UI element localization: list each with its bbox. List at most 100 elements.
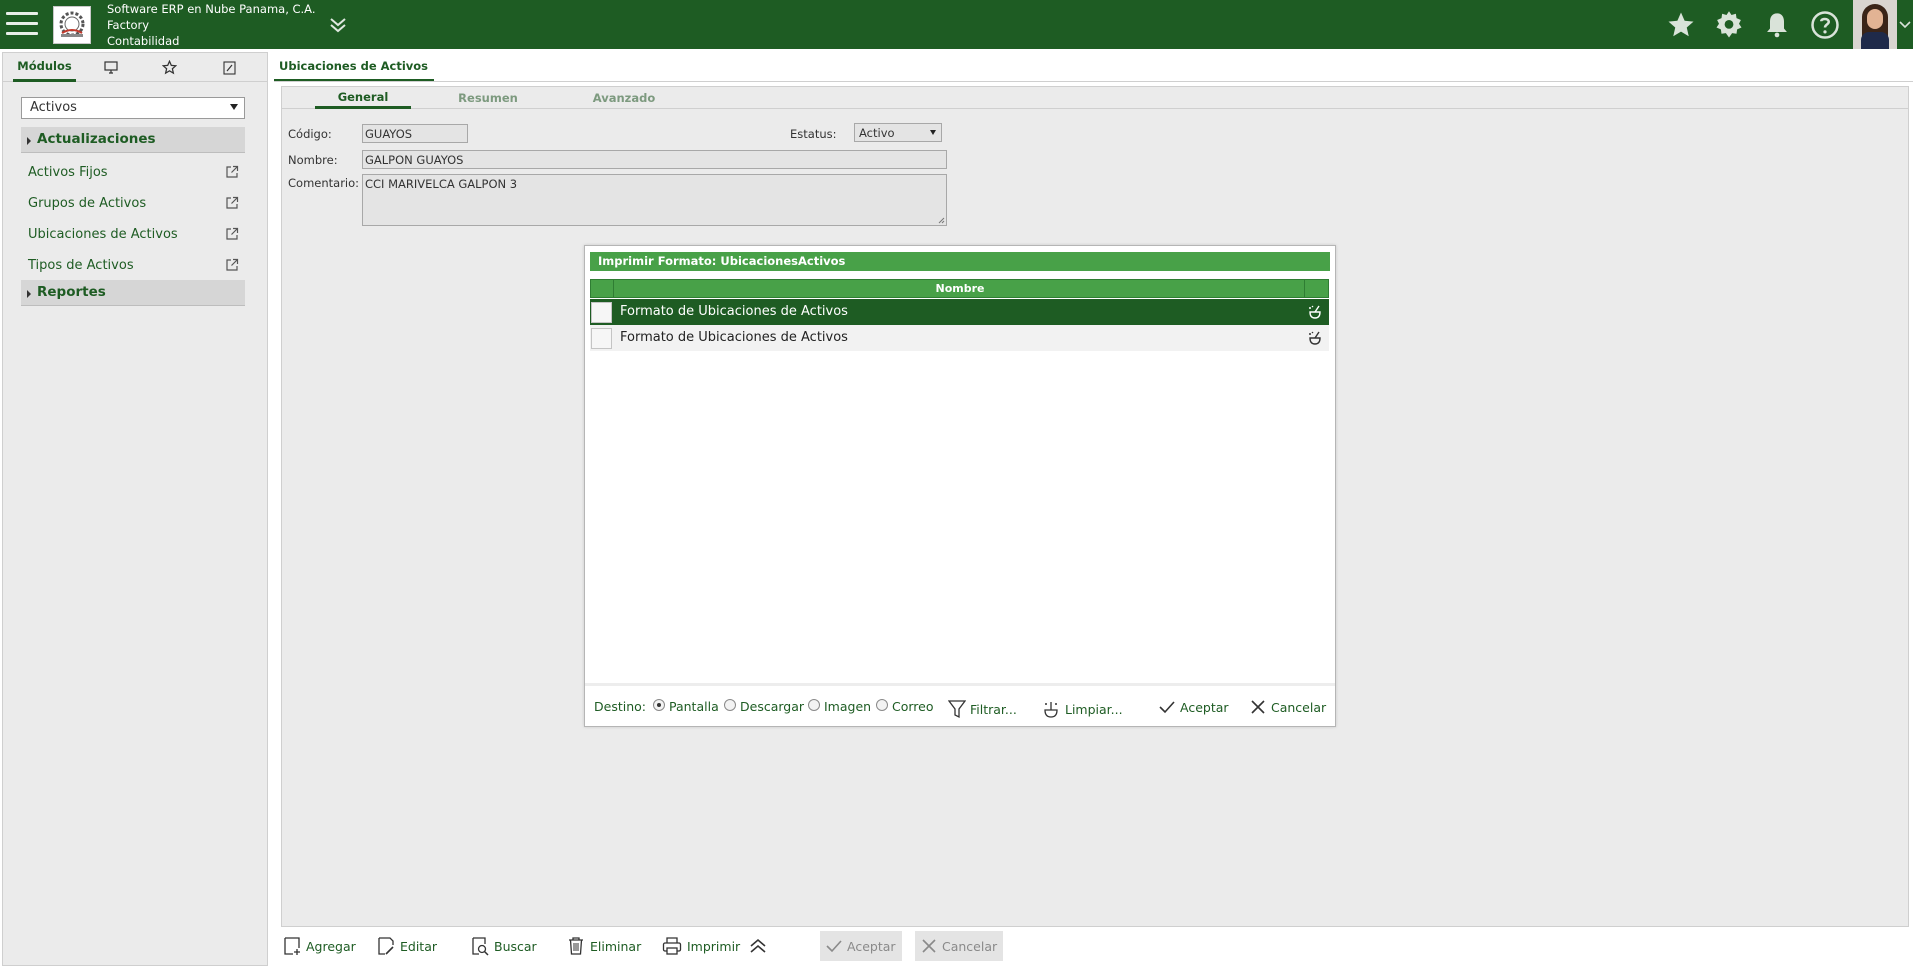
cancel-label: Cancelar bbox=[1271, 699, 1327, 715]
tab-ubicaciones-de-activos[interactable]: Ubicaciones de Activos bbox=[274, 55, 435, 82]
tab-avanzado-label: Avanzado bbox=[592, 91, 656, 105]
row-checkbox[interactable] bbox=[591, 302, 612, 323]
search-document-icon bbox=[472, 937, 489, 956]
sidebar-tabs: Módulos bbox=[3, 53, 267, 82]
caret-right-icon bbox=[27, 290, 31, 298]
sidebar-group-reportes[interactable]: Reportes bbox=[21, 280, 245, 306]
sidebar-item-grupos-de-activos[interactable]: Grupos de Activos bbox=[28, 192, 245, 214]
radio-imagen-label: Imagen bbox=[824, 699, 872, 714]
edit-button[interactable]: Editar bbox=[377, 930, 437, 962]
cancel-button[interactable]: Cancelar bbox=[1249, 699, 1326, 715]
gear-icon[interactable] bbox=[1705, 0, 1753, 49]
clean-brush-icon[interactable] bbox=[1307, 330, 1323, 346]
radio-descargar-label: Descargar bbox=[740, 699, 805, 714]
estatus-value: Activo bbox=[859, 126, 895, 140]
module-select-value: Activos bbox=[30, 100, 77, 115]
company-name: Software ERP en Nube Panama, C.A. bbox=[107, 2, 316, 16]
filter-button[interactable]: Filtrar... bbox=[948, 699, 1017, 719]
tab-resumen[interactable]: Resumen bbox=[446, 87, 530, 109]
module-name: Contabilidad bbox=[107, 34, 180, 48]
sidebar-group-actualizaciones[interactable]: Actualizaciones bbox=[21, 127, 245, 153]
sidebar-item-label: Grupos de Activos bbox=[28, 195, 147, 211]
star-icon[interactable] bbox=[1657, 0, 1705, 49]
actions-column bbox=[1304, 280, 1328, 297]
column-header-nombre[interactable]: Nombre bbox=[615, 280, 1305, 297]
nombre-field[interactable]: GALPON GUAYOS bbox=[362, 150, 947, 169]
clean-brush-icon[interactable] bbox=[1307, 304, 1323, 320]
radio-imagen-dot[interactable] bbox=[808, 698, 820, 711]
comentario-label: Comentario: bbox=[288, 176, 360, 190]
module-select[interactable]: Activos bbox=[21, 97, 245, 119]
grid-header: Nombre bbox=[590, 279, 1329, 298]
nombre-label: Nombre: bbox=[288, 153, 338, 167]
estatus-select[interactable]: Activo bbox=[854, 123, 942, 142]
table-row[interactable]: Formato de Ubicaciones de Activos bbox=[590, 299, 1329, 325]
printer-icon bbox=[662, 937, 682, 955]
toolbar-accept-button[interactable]: Aceptar bbox=[820, 931, 902, 961]
row-name: Formato de Ubicaciones de Activos bbox=[620, 330, 848, 345]
help-icon[interactable] bbox=[1801, 0, 1849, 49]
accept-button[interactable]: Aceptar bbox=[1158, 699, 1229, 715]
estatus-label: Estatus: bbox=[790, 127, 837, 141]
edit-document-icon bbox=[378, 937, 394, 955]
select-all-column[interactable] bbox=[591, 280, 614, 297]
print-label: Imprimir bbox=[687, 938, 741, 954]
toolbar-cancel-button[interactable]: Cancelar bbox=[915, 931, 1004, 961]
codigo-label: Código: bbox=[288, 127, 332, 141]
sidebar-item-tipos-de-activos[interactable]: Tipos de Activos bbox=[28, 254, 245, 276]
company-info: Software ERP en Nube Panama, C.A. Factor… bbox=[107, 1, 316, 49]
radio-correo-dot[interactable] bbox=[876, 698, 888, 711]
add-button[interactable]: Agregar bbox=[283, 930, 356, 962]
clear-label: Limpiar... bbox=[1065, 701, 1123, 717]
tab-modulos[interactable]: Módulos bbox=[13, 53, 76, 82]
monitor-icon[interactable] bbox=[95, 53, 127, 82]
print-format-dialog: Imprimir Formato: UbicacionesActivos Nom… bbox=[584, 245, 1336, 727]
external-link-icon[interactable] bbox=[225, 196, 239, 210]
radio-pantalla-dot[interactable] bbox=[653, 698, 665, 711]
sidebar: Módulos Activos Actualizaciones Activos … bbox=[2, 52, 268, 966]
external-link-icon[interactable] bbox=[225, 165, 239, 179]
radio-pantalla[interactable]: Pantalla bbox=[653, 698, 719, 714]
search-button[interactable]: Buscar bbox=[471, 930, 537, 962]
collapse-toolbar-button[interactable] bbox=[748, 930, 773, 962]
sidebar-item-ubicaciones-de-activos[interactable]: Ubicaciones de Activos bbox=[28, 223, 245, 245]
clear-brush-icon bbox=[1044, 702, 1058, 718]
sidebar-item-label: Activos Fijos bbox=[28, 164, 108, 180]
toolbar-cancel-label: Cancelar bbox=[942, 938, 998, 954]
radio-pantalla-label: Pantalla bbox=[669, 699, 719, 714]
add-label: Agregar bbox=[306, 938, 356, 954]
print-button[interactable]: Imprimir bbox=[662, 930, 740, 962]
external-link-icon[interactable] bbox=[225, 258, 239, 272]
external-link-icon[interactable] bbox=[225, 227, 239, 241]
radio-descargar-dot[interactable] bbox=[724, 698, 736, 711]
comentario-textarea[interactable]: CCI MARIVELCA GALPON 3 bbox=[362, 174, 947, 226]
bell-icon[interactable] bbox=[1753, 0, 1801, 49]
codigo-field[interactable]: GUAYOS bbox=[362, 124, 468, 143]
menu-icon[interactable] bbox=[6, 12, 38, 36]
comentario-value: CCI MARIVELCA GALPON 3 bbox=[365, 177, 518, 191]
sidebar-item-activos-fijos[interactable]: Activos Fijos bbox=[28, 161, 245, 183]
toolbar-accept-label: Aceptar bbox=[847, 938, 896, 954]
sub-tabs: General Resumen Avanzado bbox=[282, 87, 1908, 109]
table-row[interactable]: Formato de Ubicaciones de Activos bbox=[590, 325, 1329, 351]
user-avatar[interactable] bbox=[1853, 0, 1897, 49]
double-chevron-down-icon[interactable] bbox=[326, 13, 350, 37]
double-chevron-up-icon bbox=[750, 938, 766, 953]
radio-descargar[interactable]: Descargar bbox=[724, 698, 805, 714]
filter-label: Filtrar... bbox=[970, 701, 1017, 717]
tab-avanzado[interactable]: Avanzado bbox=[582, 87, 666, 109]
clear-button[interactable]: Limpiar... bbox=[1042, 699, 1123, 719]
delete-button[interactable]: Eliminar bbox=[567, 930, 641, 962]
chevron-down-icon[interactable] bbox=[1897, 0, 1913, 49]
star-outline-icon[interactable] bbox=[153, 53, 185, 82]
tab-general[interactable]: General bbox=[315, 87, 411, 109]
search-label: Buscar bbox=[494, 938, 537, 954]
radio-imagen[interactable]: Imagen bbox=[808, 698, 872, 714]
radio-correo[interactable]: Correo bbox=[876, 698, 934, 714]
row-checkbox[interactable] bbox=[591, 328, 612, 349]
resize-grip-icon[interactable] bbox=[938, 217, 945, 224]
tab-general-label: General bbox=[337, 89, 389, 104]
edit-icon[interactable] bbox=[213, 53, 245, 82]
sidebar-group-label: Reportes bbox=[37, 284, 106, 300]
codigo-value: GUAYOS bbox=[365, 127, 413, 141]
